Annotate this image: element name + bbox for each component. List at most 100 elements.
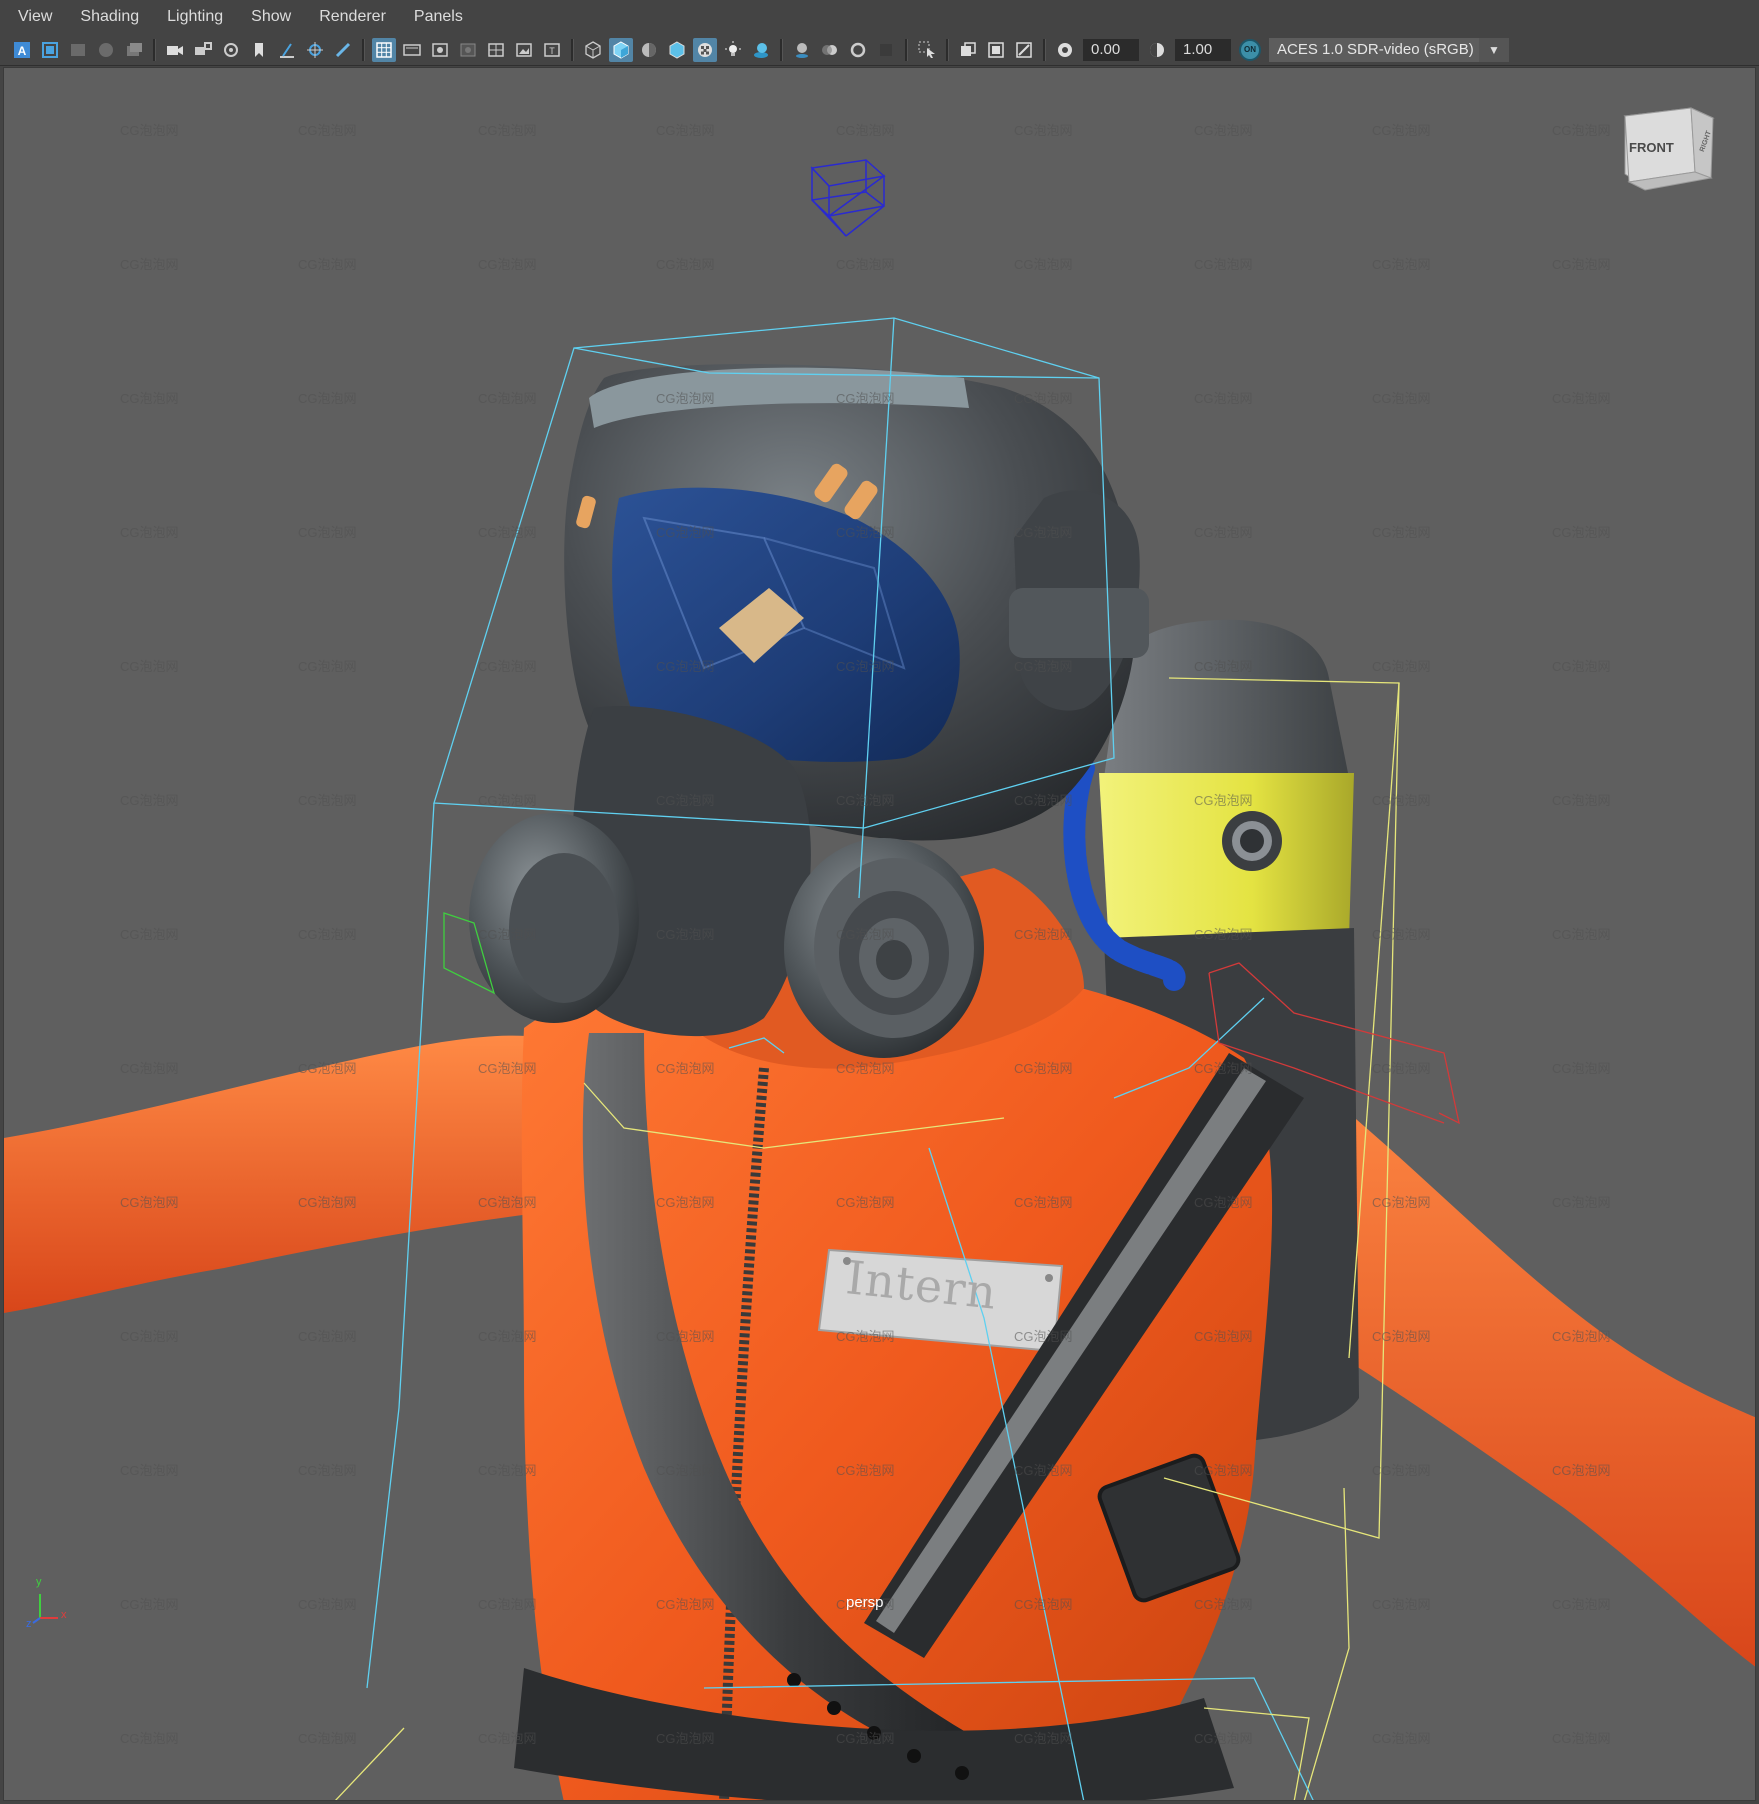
watermark-text: CG泡泡网 xyxy=(836,391,895,406)
camera-tools-icon[interactable] xyxy=(219,38,243,62)
watermark-text: CG泡泡网 xyxy=(1014,1463,1073,1478)
maya-viewport-window: View Shading Lighting Show Renderer Pane… xyxy=(0,0,1759,1804)
watermark-text: CG泡泡网 xyxy=(1014,927,1073,942)
left-arm xyxy=(4,1035,584,1313)
watermark-text: CG泡泡网 xyxy=(1194,1731,1253,1746)
watermark-text: CG泡泡网 xyxy=(1372,1597,1431,1612)
watermark-text: CG泡泡网 xyxy=(1194,1195,1253,1210)
color-space-dropdown[interactable]: ACES 1.0 SDR-video (sRGB) ▼ xyxy=(1269,37,1509,62)
gamma-field[interactable]: 1.00 xyxy=(1175,38,1231,61)
menu-panels[interactable]: Panels xyxy=(398,0,475,34)
watermark-text: CG泡泡网 xyxy=(836,1463,895,1478)
watermark-text: CG泡泡网 xyxy=(1372,1731,1431,1746)
color-space-label: ACES 1.0 SDR-video (sRGB) xyxy=(1277,41,1474,58)
axis-z-label: z xyxy=(26,1618,32,1630)
xray-active-components-icon[interactable] xyxy=(1012,38,1036,62)
watermark-text: CG泡泡网 xyxy=(1372,525,1431,540)
default-material-icon[interactable] xyxy=(665,38,689,62)
safe-action-icon[interactable] xyxy=(512,38,536,62)
scene-camera-gizmo xyxy=(810,159,886,237)
perspective-viewport[interactable]: Intern CG泡泡网 CG泡泡网 CG泡泡网 CG泡泡网 CG泡泡网 CG泡泡网 CG泡… xyxy=(3,67,1756,1801)
watermark-text: CG泡泡网 xyxy=(1194,123,1253,138)
view-cube[interactable]: FRONT RIGHT xyxy=(1621,102,1717,194)
watermark-text: CG泡泡网 xyxy=(836,1329,895,1344)
watermark-text: CG泡泡网 xyxy=(656,123,715,138)
film-gate-icon[interactable] xyxy=(400,38,424,62)
watermark-text: CG泡泡网 xyxy=(1194,257,1253,272)
watermark-text: CG泡泡网 xyxy=(656,1731,715,1746)
watermark-text: CG泡泡网 xyxy=(478,1463,537,1478)
watermark-text: CG泡泡网 xyxy=(120,1329,179,1344)
watermark-text: CG泡泡网 xyxy=(478,1731,537,1746)
watermark-text: CG泡泡网 xyxy=(1194,659,1253,674)
grease-pencil-icon[interactable] xyxy=(275,38,299,62)
xray-joints-icon[interactable] xyxy=(984,38,1008,62)
watermark-text: CG泡泡网 xyxy=(1552,1731,1611,1746)
watermark-text: CG泡泡网 xyxy=(1372,927,1431,942)
watermark-text: CG泡泡网 xyxy=(120,391,179,406)
watermark-text: CG泡泡网 xyxy=(1014,659,1073,674)
lock-camera-icon[interactable] xyxy=(191,38,215,62)
menu-lighting[interactable]: Lighting xyxy=(151,0,235,34)
watermark-text: CG泡泡网 xyxy=(836,659,895,674)
depth-of-field-icon[interactable] xyxy=(874,38,898,62)
select-camera-icon[interactable]: A xyxy=(10,38,34,62)
watermark-text: CG泡泡网 xyxy=(298,793,357,808)
gate-mask-icon[interactable] xyxy=(456,38,480,62)
watermark-text: CG泡泡网 xyxy=(298,659,357,674)
camera-name-label: persp xyxy=(846,1594,884,1611)
toolbar-separator xyxy=(362,38,365,61)
watermark-text: CG泡泡网 xyxy=(120,1463,179,1478)
watermark-text: CG泡泡网 xyxy=(836,927,895,942)
wireframe-icon[interactable] xyxy=(581,38,605,62)
watermark-text: CG泡泡网 xyxy=(478,659,537,674)
gamma-icon[interactable] xyxy=(1145,38,1169,62)
use-all-lights-icon[interactable] xyxy=(721,38,745,62)
watermark-text: CG泡泡网 xyxy=(1552,793,1611,808)
watermark-text: CG泡泡网 xyxy=(1014,1329,1073,1344)
resolution-gate-icon[interactable] xyxy=(428,38,452,62)
chevron-down-icon[interactable]: ▼ xyxy=(1479,37,1509,62)
motion-blur-icon[interactable] xyxy=(818,38,842,62)
field-chart-icon[interactable] xyxy=(484,38,508,62)
grid-icon[interactable] xyxy=(372,37,396,62)
menu-shading[interactable]: Shading xyxy=(64,0,151,34)
wireframe-on-shaded-icon[interactable] xyxy=(637,38,661,62)
camera-icon[interactable] xyxy=(163,38,187,62)
watermark-text: CG泡泡网 xyxy=(298,927,357,942)
camera-attributes-icon[interactable] xyxy=(38,38,62,62)
watermark-text: CG泡泡网 xyxy=(1552,1597,1611,1612)
watermark-text: CG泡泡网 xyxy=(1552,391,1611,406)
watermark-text: CG泡泡网 xyxy=(478,525,537,540)
watermark-text: CG泡泡网 xyxy=(478,1597,537,1612)
menu-renderer[interactable]: Renderer xyxy=(303,0,398,34)
screen-space-ao-icon[interactable] xyxy=(790,38,814,62)
watermark-text: CG泡泡网 xyxy=(1372,1463,1431,1478)
two-d-pan-icon[interactable] xyxy=(303,38,327,62)
smooth-shade-icon[interactable] xyxy=(609,37,633,62)
menu-show[interactable]: Show xyxy=(235,0,303,34)
toolbar-separator xyxy=(946,38,949,61)
watermark-text: CG泡泡网 xyxy=(298,1329,357,1344)
textured-icon[interactable] xyxy=(693,37,717,62)
watermark-text: CG泡泡网 xyxy=(1014,1731,1073,1746)
xray-icon[interactable] xyxy=(956,38,980,62)
svg-text:A: A xyxy=(18,44,27,58)
exposure-icon[interactable] xyxy=(1053,38,1077,62)
exposure-field[interactable]: 0.00 xyxy=(1083,38,1139,61)
two-d-pan-zoom-icon[interactable] xyxy=(122,38,146,62)
shadows-icon[interactable] xyxy=(749,38,773,62)
menu-view[interactable]: View xyxy=(0,0,64,34)
watermark-text: CG泡泡网 xyxy=(836,793,895,808)
watermark-text: CG泡泡网 xyxy=(1194,525,1253,540)
multisample-aa-icon[interactable] xyxy=(846,38,870,62)
view-cube-front-label[interactable]: FRONT xyxy=(1629,140,1674,155)
safe-title-icon[interactable]: T xyxy=(540,38,564,62)
bookmarks-icon[interactable] xyxy=(66,38,90,62)
bookmark-icon[interactable] xyxy=(247,38,271,62)
isolate-select-icon[interactable] xyxy=(915,38,939,62)
color-management-toggle[interactable]: ON xyxy=(1239,38,1261,61)
image-plane-icon[interactable] xyxy=(94,38,118,62)
paint-brush-icon[interactable] xyxy=(331,38,355,62)
watermark-text: CG泡泡网 xyxy=(1014,525,1073,540)
